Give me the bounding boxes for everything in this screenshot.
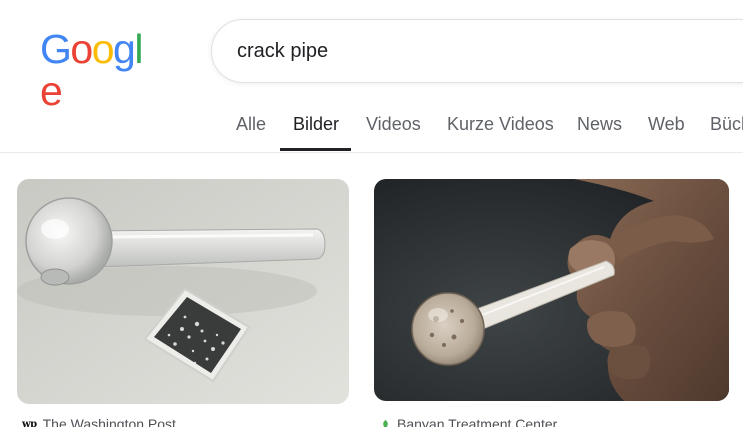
result-source-name: Banyan Treatment Center bbox=[397, 416, 558, 427]
tab-news[interactable]: News bbox=[577, 114, 622, 152]
result-image-hand-holding-pipe bbox=[374, 179, 729, 401]
washington-post-favicon: wp bbox=[22, 418, 37, 427]
logo-letter: l bbox=[134, 26, 143, 72]
logo-letter: G bbox=[40, 26, 72, 72]
tab-kurze-videos[interactable]: Kurze Videos bbox=[447, 114, 554, 152]
image-result-1[interactable] bbox=[17, 179, 349, 404]
logo-letter: o bbox=[91, 26, 115, 72]
result-source-name: The Washington Post bbox=[42, 416, 176, 427]
image-result-2[interactable] bbox=[374, 179, 729, 401]
google-logo[interactable]: Google bbox=[40, 26, 156, 112]
tab-bilder[interactable]: Bilder bbox=[293, 114, 339, 152]
logo-letter: g bbox=[113, 26, 136, 72]
search-tabs: Alle Bilder Videos Kurze Videos News Web… bbox=[0, 100, 743, 152]
banyan-leaf-favicon bbox=[383, 419, 388, 427]
result-source-2[interactable]: Banyan Treatment Center bbox=[380, 414, 557, 427]
search-box[interactable] bbox=[211, 19, 743, 83]
search-input[interactable] bbox=[237, 34, 717, 68]
tab-alle[interactable]: Alle bbox=[236, 114, 266, 152]
logo-letter: o bbox=[70, 26, 93, 72]
tab-buecher[interactable]: Büch bbox=[710, 114, 743, 152]
result-image-glass-pipe bbox=[17, 179, 349, 404]
active-tab-indicator bbox=[280, 148, 351, 151]
tab-videos[interactable]: Videos bbox=[366, 114, 421, 152]
tabs-divider bbox=[0, 152, 743, 153]
result-source-1[interactable]: wp The Washington Post bbox=[22, 414, 176, 427]
tab-web[interactable]: Web bbox=[648, 114, 685, 152]
